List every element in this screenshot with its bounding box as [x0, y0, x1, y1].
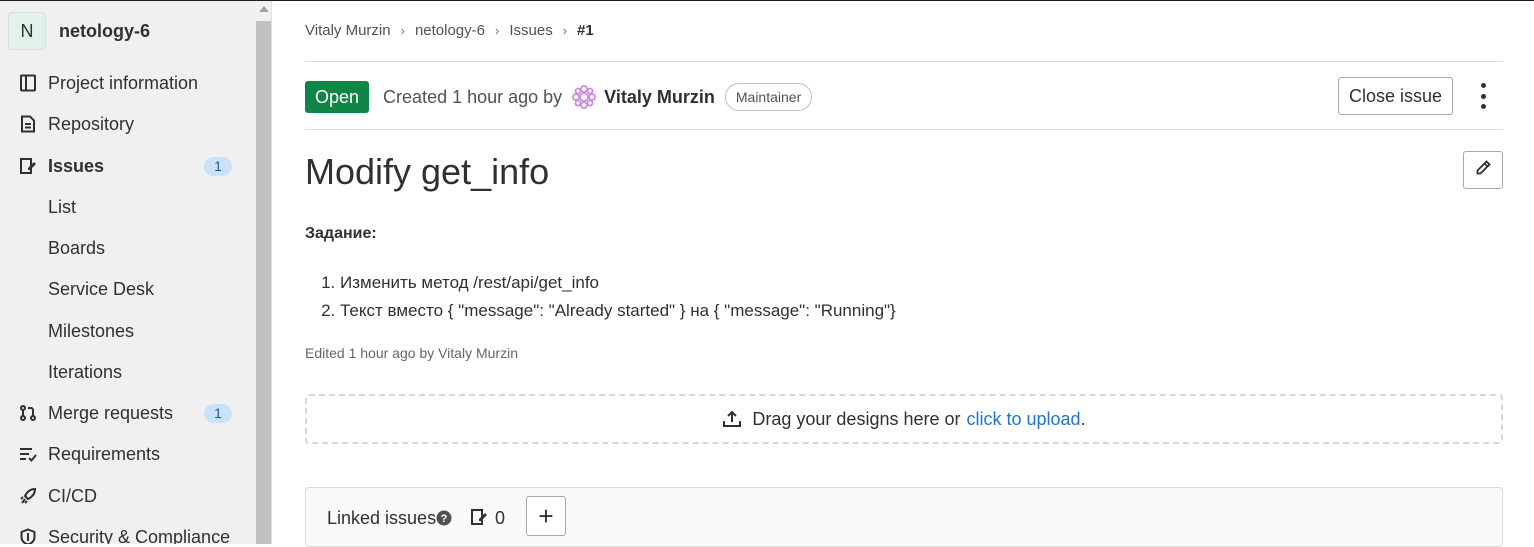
sidebar-item-label: Issues	[48, 155, 105, 176]
close-issue-button[interactable]: Close issue	[1338, 77, 1453, 115]
book-icon	[18, 73, 38, 93]
sidebar-item-label: Project information	[48, 72, 199, 93]
sidebar-item-security-compliance[interactable]: Security & Compliance	[0, 519, 255, 544]
author-name[interactable]: Vitaly Murzin	[604, 87, 715, 108]
issue-header: Open Created 1 hour ago by Vitaly Murzin…	[305, 81, 813, 113]
sidebar-item-issues[interactable]: Issues 1	[0, 148, 255, 184]
sidebar-item-label: Requirements	[48, 443, 161, 464]
dropzone-text: Drag your designs here or	[752, 408, 961, 429]
sidebar-item-merge-requests[interactable]: Merge requests 1	[0, 395, 255, 431]
scroll-thumb[interactable]	[256, 21, 271, 544]
dropzone-suffix: .	[1080, 408, 1086, 429]
pencil-icon	[1474, 159, 1492, 182]
sidebar-item-label: Merge requests	[48, 402, 174, 423]
issues-icon	[18, 156, 38, 176]
chevron-right-icon: ›	[495, 23, 500, 38]
sidebar-item-ci-cd[interactable]: CI/CD	[0, 478, 255, 514]
divider	[305, 61, 1503, 62]
sidebar-subitem-list[interactable]: List	[48, 197, 76, 218]
sidebar-item-requirements[interactable]: Requirements	[0, 436, 255, 472]
sidebar-subitem-service-desk[interactable]: Service Desk	[48, 279, 154, 300]
question-icon[interactable]: ?	[436, 510, 452, 531]
sidebar-item-label: CI/CD	[48, 485, 97, 506]
document-icon	[18, 114, 38, 134]
edit-title-button[interactable]	[1463, 151, 1503, 189]
linked-issues-count: 0	[495, 508, 506, 528]
sidebar-item-project-information[interactable]: Project information	[0, 65, 255, 101]
project-header[interactable]: N netology-6	[8, 12, 150, 50]
linked-issues-panel: Linked issues ? 0 +	[305, 487, 1503, 547]
edited-text: Edited 1 hour ago by Vitaly Murzin	[305, 345, 518, 361]
project-name[interactable]: netology-6	[59, 21, 150, 42]
merge-requests-count-badge: 1	[204, 403, 232, 423]
shield-icon	[18, 527, 38, 544]
click-to-upload-link[interactable]: click to upload	[967, 409, 1081, 430]
issues-icon	[470, 508, 488, 531]
sidebar: N netology-6 Project information Reposit…	[0, 1, 255, 544]
breadcrumb-project[interactable]: netology-6	[415, 22, 485, 39]
description-list: Изменить метод /rest/api/get_info Текст …	[323, 269, 896, 325]
sidebar-item-repository[interactable]: Repository	[0, 106, 255, 142]
divider	[305, 129, 1503, 130]
design-dropzone[interactable]: Drag your designs here or click to uploa…	[305, 394, 1503, 444]
created-text: Created 1 hour ago by	[383, 86, 563, 107]
status-badge: Open	[305, 81, 370, 113]
linked-issues-title: Linked issues	[327, 508, 437, 528]
upload-icon	[722, 409, 742, 429]
sidebar-item-label: Repository	[48, 113, 135, 134]
author-avatar[interactable]	[570, 83, 598, 111]
issue-title: Modify get_info	[305, 151, 550, 192]
description-heading: Задание:	[305, 225, 377, 242]
scroll-up-arrow-icon[interactable]	[259, 6, 269, 12]
chevron-right-icon: ›	[400, 23, 405, 38]
requirements-icon	[18, 444, 38, 464]
merge-request-icon	[18, 403, 38, 423]
add-linked-issue-button[interactable]: +	[526, 496, 566, 536]
sidebar-subitem-boards[interactable]: Boards	[48, 238, 105, 259]
sidebar-subitem-milestones[interactable]: Milestones	[48, 321, 134, 342]
breadcrumb-current[interactable]: #1	[577, 22, 594, 39]
breadcrumb: Vitaly Murzin › netology-6 › Issues › #1	[305, 22, 594, 39]
chevron-right-icon: ›	[562, 23, 568, 38]
project-avatar[interactable]: N	[8, 12, 46, 50]
svg-text:?: ?	[441, 513, 448, 525]
breadcrumb-user[interactable]: Vitaly Murzin	[305, 22, 391, 39]
issues-count-badge: 1	[204, 156, 232, 176]
rocket-icon	[18, 486, 38, 506]
sidebar-scrollbar[interactable]	[255, 1, 272, 544]
more-actions-icon[interactable]	[1475, 83, 1491, 109]
list-item: Текст вместо { "message": "Already start…	[340, 297, 896, 325]
role-badge: Maintainer	[724, 83, 813, 111]
breadcrumb-issues[interactable]: Issues	[509, 22, 552, 39]
main-content: Vitaly Murzin › netology-6 › Issues › #1…	[305, 1, 1503, 547]
sidebar-item-label: Security & Compliance	[48, 526, 231, 545]
sidebar-subitem-iterations[interactable]: Iterations	[48, 362, 122, 383]
list-item: Изменить метод /rest/api/get_info	[340, 269, 896, 297]
